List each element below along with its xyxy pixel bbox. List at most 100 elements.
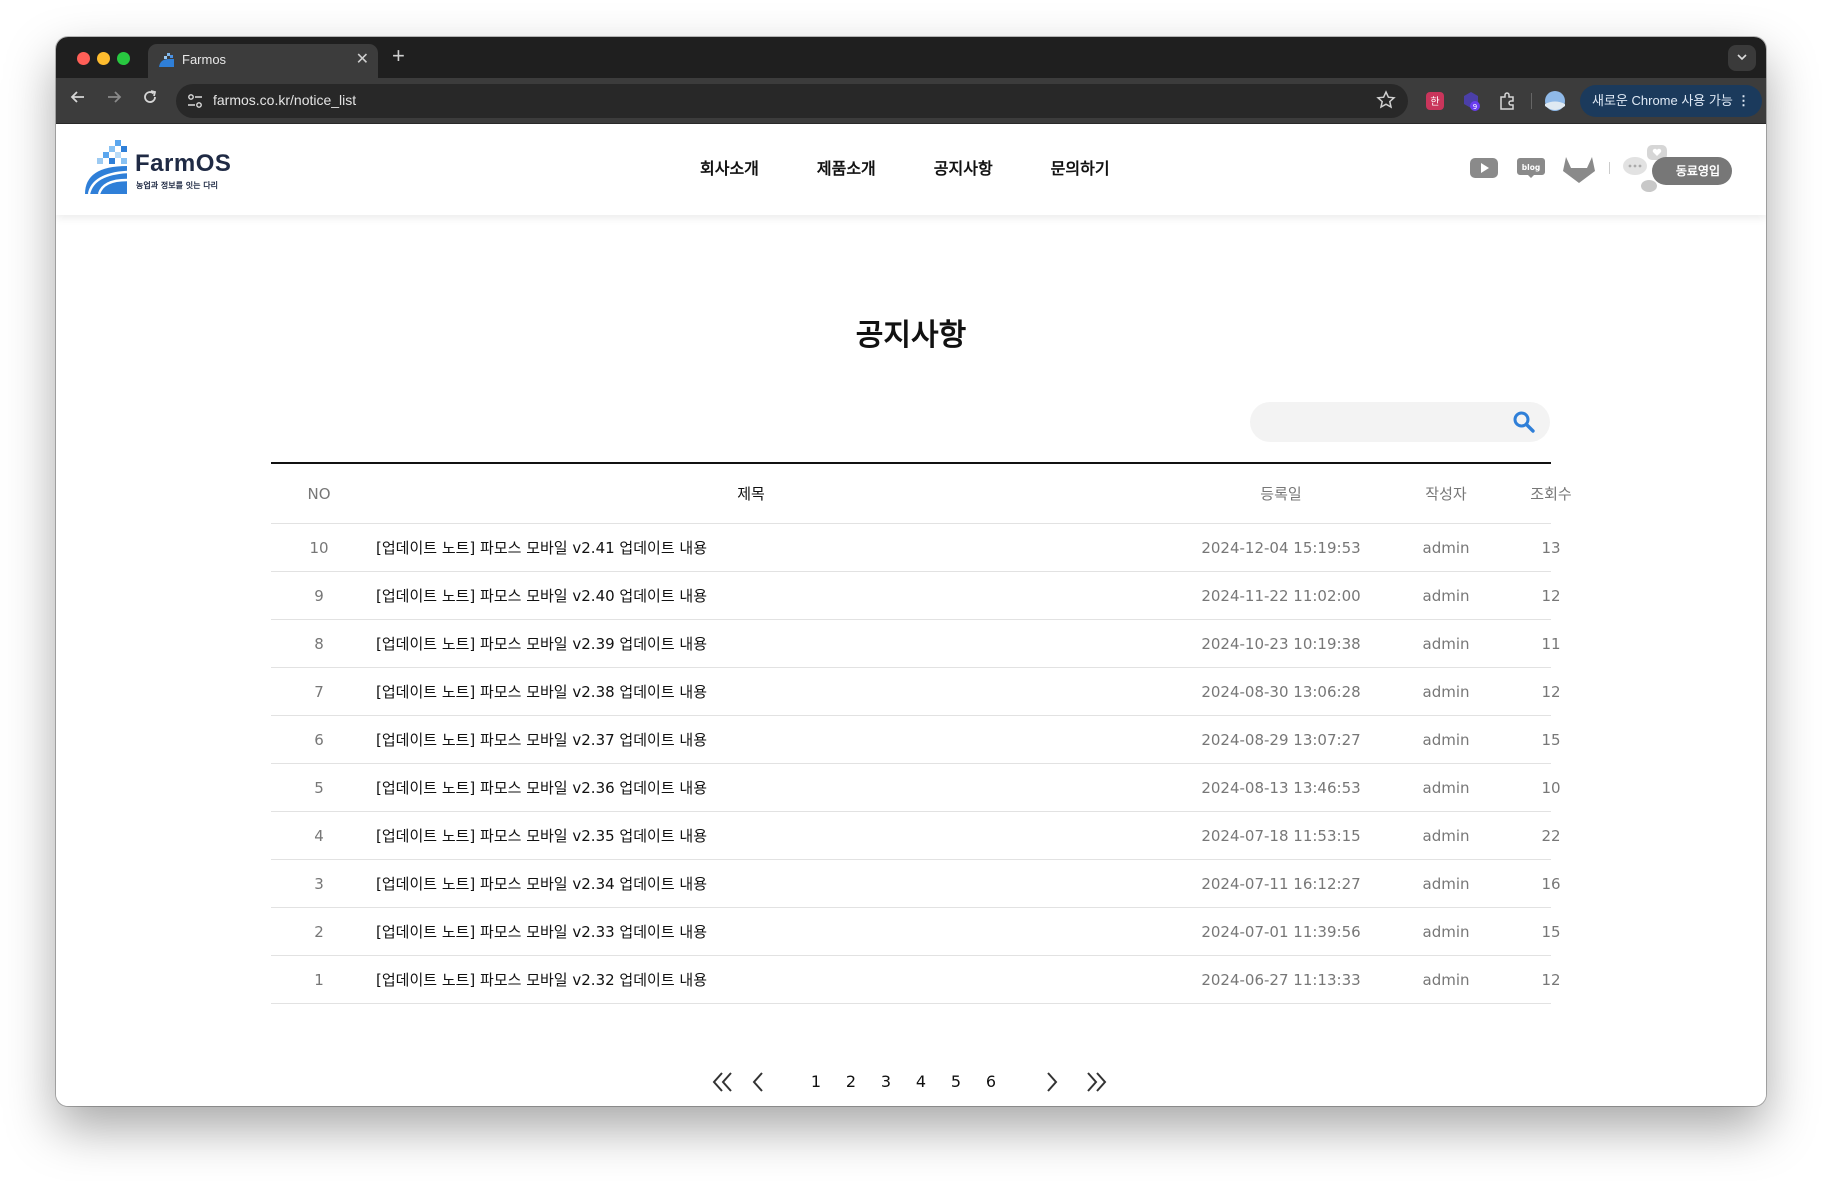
extension-badge-icon[interactable]: 9 <box>1460 90 1482 112</box>
search-input[interactable] <box>1266 410 1496 434</box>
farmos-logo[interactable]: FarmOS 농업과 정보를 잇는 다리 <box>85 140 245 196</box>
recruit-group[interactable]: 동료영입 <box>1622 144 1732 194</box>
page-number-6[interactable]: 6 <box>981 1072 1001 1091</box>
farmos-logo-icon <box>85 140 128 194</box>
toolbar-divider <box>1531 93 1532 109</box>
next-page-icon[interactable] <box>1038 1069 1064 1095</box>
header-title: 제목 <box>737 485 765 503</box>
row-title-link[interactable]: [업데이트 노트] 파모스 모바일 v2.32 업데이트 내용 <box>376 956 1076 1003</box>
reload-button[interactable] <box>138 88 162 112</box>
main-navigation: 회사소개 제품소개 공지사항 문의하기 <box>700 155 1168 185</box>
table-row[interactable]: 8 [업데이트 노트] 파모스 모바일 v2.39 업데이트 내용 2024-1… <box>271 620 1561 668</box>
row-title-link[interactable]: [업데이트 노트] 파모스 모바일 v2.40 업데이트 내용 <box>376 572 1076 619</box>
new-tab-button[interactable]: + <box>392 43 405 69</box>
table-row[interactable]: 4 [업데이트 노트] 파모스 모바일 v2.35 업데이트 내용 2024-0… <box>271 812 1561 860</box>
row-writer: admin <box>1422 826 1470 845</box>
row-date: 2024-08-13 13:46:53 <box>1201 778 1361 797</box>
search-icon[interactable] <box>1512 410 1536 434</box>
bookmark-star-icon[interactable] <box>1376 90 1396 110</box>
forward-button[interactable] <box>102 88 126 112</box>
web-page: FarmOS 농업과 정보를 잇는 다리 회사소개 제품소개 공지사항 문의하기… <box>56 124 1766 1106</box>
row-date: 2024-07-18 11:53:15 <box>1201 826 1361 845</box>
row-writer: admin <box>1422 538 1470 557</box>
logo-tagline: 농업과 정보를 잇는 다리 <box>136 181 218 190</box>
close-window-button[interactable] <box>77 52 90 65</box>
table-row[interactable]: 10 [업데이트 노트] 파모스 모바일 v2.41 업데이트 내용 2024-… <box>271 524 1561 572</box>
row-no: 3 <box>314 874 324 893</box>
translate-extension-icon[interactable]: 한 <box>1424 90 1446 112</box>
smile-bubble-icon <box>1641 180 1657 192</box>
row-writer: admin <box>1422 922 1470 941</box>
nav-item-company[interactable]: 회사소개 <box>700 155 759 185</box>
nav-item-contact[interactable]: 문의하기 <box>1051 155 1110 185</box>
row-title-link[interactable]: [업데이트 노트] 파모스 모바일 v2.36 업데이트 내용 <box>376 764 1076 811</box>
row-views: 12 <box>1541 970 1561 989</box>
tab-strip: Farmos ✕ + <box>56 37 1766 78</box>
recruit-button[interactable]: 동료영입 <box>1652 157 1732 185</box>
tab-search-button[interactable] <box>1728 45 1756 71</box>
page-number-3[interactable]: 3 <box>876 1072 896 1091</box>
more-menu-icon[interactable]: ⋮ <box>1737 85 1750 117</box>
row-date: 2024-06-27 11:13:33 <box>1201 970 1361 989</box>
row-writer: admin <box>1422 778 1470 797</box>
tab-title: Farmos <box>182 52 227 67</box>
browser-toolbar: farmos.co.kr/notice_list 한 9 새로운 Chrome … <box>56 78 1766 124</box>
row-title-link[interactable]: [업데이트 노트] 파모스 모바일 v2.33 업데이트 내용 <box>376 908 1076 955</box>
maximize-window-button[interactable] <box>117 52 130 65</box>
row-date: 2024-11-22 11:02:00 <box>1201 586 1361 605</box>
chrome-update-button[interactable]: 새로운 Chrome 사용 가능 ⋮ <box>1580 85 1762 117</box>
table-row[interactable]: 3 [업데이트 노트] 파모스 모바일 v2.34 업데이트 내용 2024-0… <box>271 860 1561 908</box>
prev-page-icon[interactable] <box>746 1069 772 1095</box>
tab-close-icon[interactable]: ✕ <box>356 49 369 68</box>
row-title-link[interactable]: [업데이트 노트] 파모스 모바일 v2.37 업데이트 내용 <box>376 716 1076 763</box>
page-number-1[interactable]: 1 <box>806 1072 826 1091</box>
table-row[interactable]: 1 [업데이트 노트] 파모스 모바일 v2.32 업데이트 내용 2024-0… <box>271 956 1561 1004</box>
nav-item-products[interactable]: 제품소개 <box>817 155 876 185</box>
table-row[interactable]: 7 [업데이트 노트] 파모스 모바일 v2.38 업데이트 내용 2024-0… <box>271 668 1561 716</box>
svg-text:9: 9 <box>1473 103 1477 111</box>
extensions-puzzle-icon[interactable] <box>1496 90 1518 112</box>
svg-text:한: 한 <box>1430 96 1439 108</box>
header-views: 조회수 <box>1530 485 1572 503</box>
notice-table: NO 제목 등록일 작성자 조회수 10 [업데이트 노트] 파모스 모바일 v… <box>271 462 1572 1004</box>
blog-icon[interactable]: blog <box>1517 158 1545 178</box>
row-date: 2024-07-01 11:39:56 <box>1201 922 1361 941</box>
table-row[interactable]: 6 [업데이트 노트] 파모스 모바일 v2.37 업데이트 내용 2024-0… <box>271 716 1561 764</box>
page-number-4[interactable]: 4 <box>911 1072 931 1091</box>
page-number-2[interactable]: 2 <box>841 1072 861 1091</box>
row-title-link[interactable]: [업데이트 노트] 파모스 모바일 v2.41 업데이트 내용 <box>376 524 1076 571</box>
row-views: 10 <box>1541 778 1561 797</box>
table-row[interactable]: 9 [업데이트 노트] 파모스 모바일 v2.40 업데이트 내용 2024-1… <box>271 572 1561 620</box>
address-bar[interactable]: farmos.co.kr/notice_list <box>176 84 1408 118</box>
chat-bubble-icon <box>1623 157 1647 175</box>
gitlab-icon[interactable] <box>1562 154 1596 184</box>
row-writer: admin <box>1422 634 1470 653</box>
page-number-5[interactable]: 5 <box>946 1072 966 1091</box>
first-page-icon[interactable] <box>710 1069 736 1095</box>
profile-avatar-icon[interactable] <box>1544 90 1566 112</box>
row-date: 2024-10-23 10:19:38 <box>1201 634 1361 653</box>
url-text[interactable]: farmos.co.kr/notice_list <box>213 92 356 108</box>
table-row[interactable]: 5 [업데이트 노트] 파모스 모바일 v2.36 업데이트 내용 2024-0… <box>271 764 1561 812</box>
youtube-icon[interactable] <box>1470 158 1498 178</box>
row-title-link[interactable]: [업데이트 노트] 파모스 모바일 v2.34 업데이트 내용 <box>376 860 1076 907</box>
svg-text:blog: blog <box>1522 163 1540 172</box>
last-page-icon[interactable] <box>1083 1069 1109 1095</box>
minimize-window-button[interactable] <box>97 52 110 65</box>
page-title: 공지사항 <box>845 310 977 354</box>
site-header: FarmOS 농업과 정보를 잇는 다리 회사소개 제품소개 공지사항 문의하기… <box>56 124 1766 215</box>
nav-item-notice[interactable]: 공지사항 <box>934 155 993 185</box>
update-label: 새로운 Chrome 사용 가능 <box>1592 93 1733 108</box>
row-no: 9 <box>314 586 324 605</box>
table-row[interactable]: 2 [업데이트 노트] 파모스 모바일 v2.33 업데이트 내용 2024-0… <box>271 908 1561 956</box>
browser-window: Farmos ✕ + farmos.co.kr/notice_list 한 9 … <box>56 37 1766 1106</box>
search-box <box>1250 402 1550 442</box>
row-title-link[interactable]: [업데이트 노트] 파모스 모바일 v2.38 업데이트 내용 <box>376 668 1076 715</box>
site-settings-icon[interactable] <box>186 92 204 110</box>
chevron-down-icon <box>1737 54 1747 61</box>
row-no: 5 <box>314 778 324 797</box>
browser-tab[interactable]: Farmos ✕ <box>148 44 378 78</box>
row-title-link[interactable]: [업데이트 노트] 파모스 모바일 v2.35 업데이트 내용 <box>376 812 1076 859</box>
row-title-link[interactable]: [업데이트 노트] 파모스 모바일 v2.39 업데이트 내용 <box>376 620 1076 667</box>
back-button[interactable] <box>66 88 90 112</box>
